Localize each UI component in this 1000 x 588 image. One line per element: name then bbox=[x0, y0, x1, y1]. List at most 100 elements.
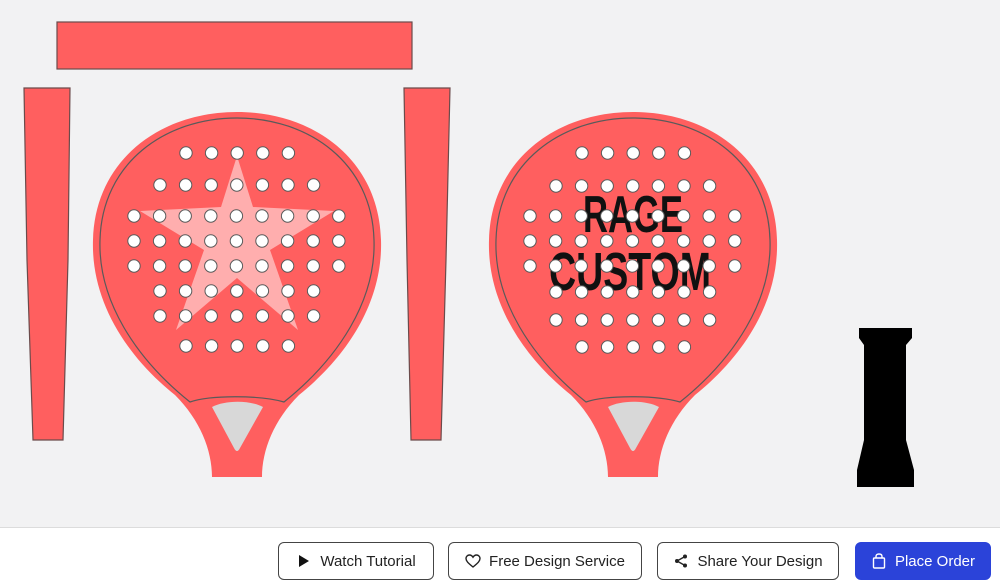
paddle-hole bbox=[677, 179, 691, 193]
paddle-hole bbox=[255, 284, 270, 298]
paddle-hole bbox=[152, 259, 167, 273]
paddle-hole bbox=[677, 285, 691, 299]
left-side-strip[interactable] bbox=[23, 87, 71, 441]
paddle-hole bbox=[600, 285, 614, 299]
paddle-hole bbox=[280, 234, 295, 248]
paddle-hole bbox=[306, 209, 320, 223]
paddle-hole bbox=[179, 146, 193, 160]
paddle-hole bbox=[230, 309, 244, 323]
paddle-hole bbox=[574, 179, 589, 193]
action-bar: Watch Tutorial Free Design Service Share… bbox=[0, 527, 1000, 588]
paddle-hole bbox=[204, 146, 219, 160]
paddle-hole bbox=[676, 209, 691, 223]
paddle-hole bbox=[625, 234, 640, 248]
paddle-hole bbox=[332, 234, 346, 248]
paddle-hole bbox=[127, 259, 141, 273]
paddle-hole bbox=[229, 209, 244, 223]
paddle-hole bbox=[280, 209, 295, 223]
paddle-hole bbox=[255, 209, 269, 223]
paddle-hole bbox=[332, 259, 346, 273]
share-icon bbox=[673, 553, 689, 569]
paddle-hole bbox=[626, 340, 640, 354]
paddle-hole bbox=[152, 209, 167, 223]
right-side-strip[interactable] bbox=[403, 87, 451, 441]
paddle-hole bbox=[127, 234, 141, 248]
paddle-front[interactable]: RAGE CUSTOM bbox=[488, 112, 778, 477]
paddle-hole bbox=[651, 234, 665, 248]
paddle-hole bbox=[677, 313, 691, 327]
paddle-hole bbox=[281, 146, 296, 160]
paddle-hole bbox=[626, 146, 640, 160]
paddle-hole bbox=[332, 209, 346, 223]
paddle-hole bbox=[178, 284, 193, 298]
paddle-hole bbox=[306, 284, 321, 298]
paddle-hole bbox=[255, 309, 270, 323]
design-svg: RAGE CUSTOM bbox=[23, 21, 914, 487]
free-design-service-button[interactable]: Free Design Service bbox=[448, 542, 642, 580]
paddle-hole bbox=[281, 178, 295, 192]
paddle-hole bbox=[281, 339, 296, 353]
paddle-hole bbox=[153, 178, 167, 192]
share-design-label: Share Your Design bbox=[697, 552, 823, 570]
heart-icon bbox=[465, 553, 481, 569]
paddle-hole bbox=[702, 285, 717, 299]
watch-tutorial-button[interactable]: Watch Tutorial bbox=[278, 542, 434, 580]
paddle-hole bbox=[625, 209, 640, 223]
paddle-hole bbox=[306, 309, 321, 323]
paddle-hole bbox=[281, 309, 295, 323]
paddle-hole bbox=[548, 209, 563, 223]
paddle-hole bbox=[204, 284, 218, 298]
paddle-hole bbox=[178, 309, 193, 323]
paddle-hole bbox=[728, 209, 742, 223]
paddle-hole bbox=[574, 259, 588, 273]
paddle-hole bbox=[677, 146, 692, 160]
paddle-hole bbox=[651, 179, 666, 193]
paddle-hole bbox=[179, 339, 193, 353]
paddle-hole bbox=[280, 259, 295, 273]
grip-handle[interactable] bbox=[857, 328, 914, 487]
paddle-hole bbox=[549, 285, 563, 299]
paddle-hole bbox=[651, 313, 666, 327]
paddle-hole bbox=[523, 234, 537, 248]
free-design-service-label: Free Design Service bbox=[489, 552, 625, 570]
play-icon bbox=[296, 553, 312, 569]
paddle-hole bbox=[600, 313, 614, 327]
share-design-button[interactable]: Share Your Design bbox=[657, 542, 839, 580]
paddle-hole bbox=[677, 340, 692, 354]
paddle-hole bbox=[256, 146, 270, 160]
paddle-hole bbox=[548, 234, 563, 248]
paddle-hole bbox=[548, 259, 563, 273]
top-edge-strip[interactable] bbox=[56, 21, 413, 70]
paddle-hole bbox=[255, 259, 269, 273]
paddle-hole bbox=[574, 234, 588, 248]
bag-icon bbox=[871, 553, 887, 569]
paddle-hole bbox=[255, 178, 270, 192]
paddle-hole bbox=[676, 259, 691, 273]
paddle-hole bbox=[204, 234, 218, 248]
paddle-hole bbox=[204, 309, 218, 323]
paddle-hole bbox=[702, 209, 716, 223]
paddle-hole bbox=[574, 209, 588, 223]
paddle-hole bbox=[600, 234, 614, 248]
paddle-hole bbox=[549, 179, 563, 193]
paddle-hole bbox=[204, 178, 218, 192]
paddle-hole bbox=[153, 309, 167, 323]
paddle-hole bbox=[229, 234, 244, 248]
design-canvas[interactable]: RAGE CUSTOM bbox=[0, 0, 1000, 527]
paddle-hole bbox=[306, 259, 320, 273]
paddle-hole bbox=[702, 234, 716, 248]
place-order-button[interactable]: Place Order bbox=[855, 542, 991, 580]
paddle-hole bbox=[651, 259, 665, 273]
paddle-hole bbox=[255, 234, 269, 248]
paddle-hole bbox=[600, 179, 614, 193]
paddle-hole bbox=[230, 178, 244, 192]
paddle-hole bbox=[204, 339, 219, 353]
paddle-hole bbox=[575, 340, 589, 354]
paddle-back[interactable] bbox=[92, 112, 382, 477]
paddle-hole bbox=[575, 146, 589, 160]
paddle-hole bbox=[728, 234, 742, 248]
paddle-hole bbox=[306, 178, 321, 192]
paddle-hole bbox=[127, 209, 141, 223]
paddle-hole bbox=[600, 146, 615, 160]
paddle-hole bbox=[306, 234, 320, 248]
